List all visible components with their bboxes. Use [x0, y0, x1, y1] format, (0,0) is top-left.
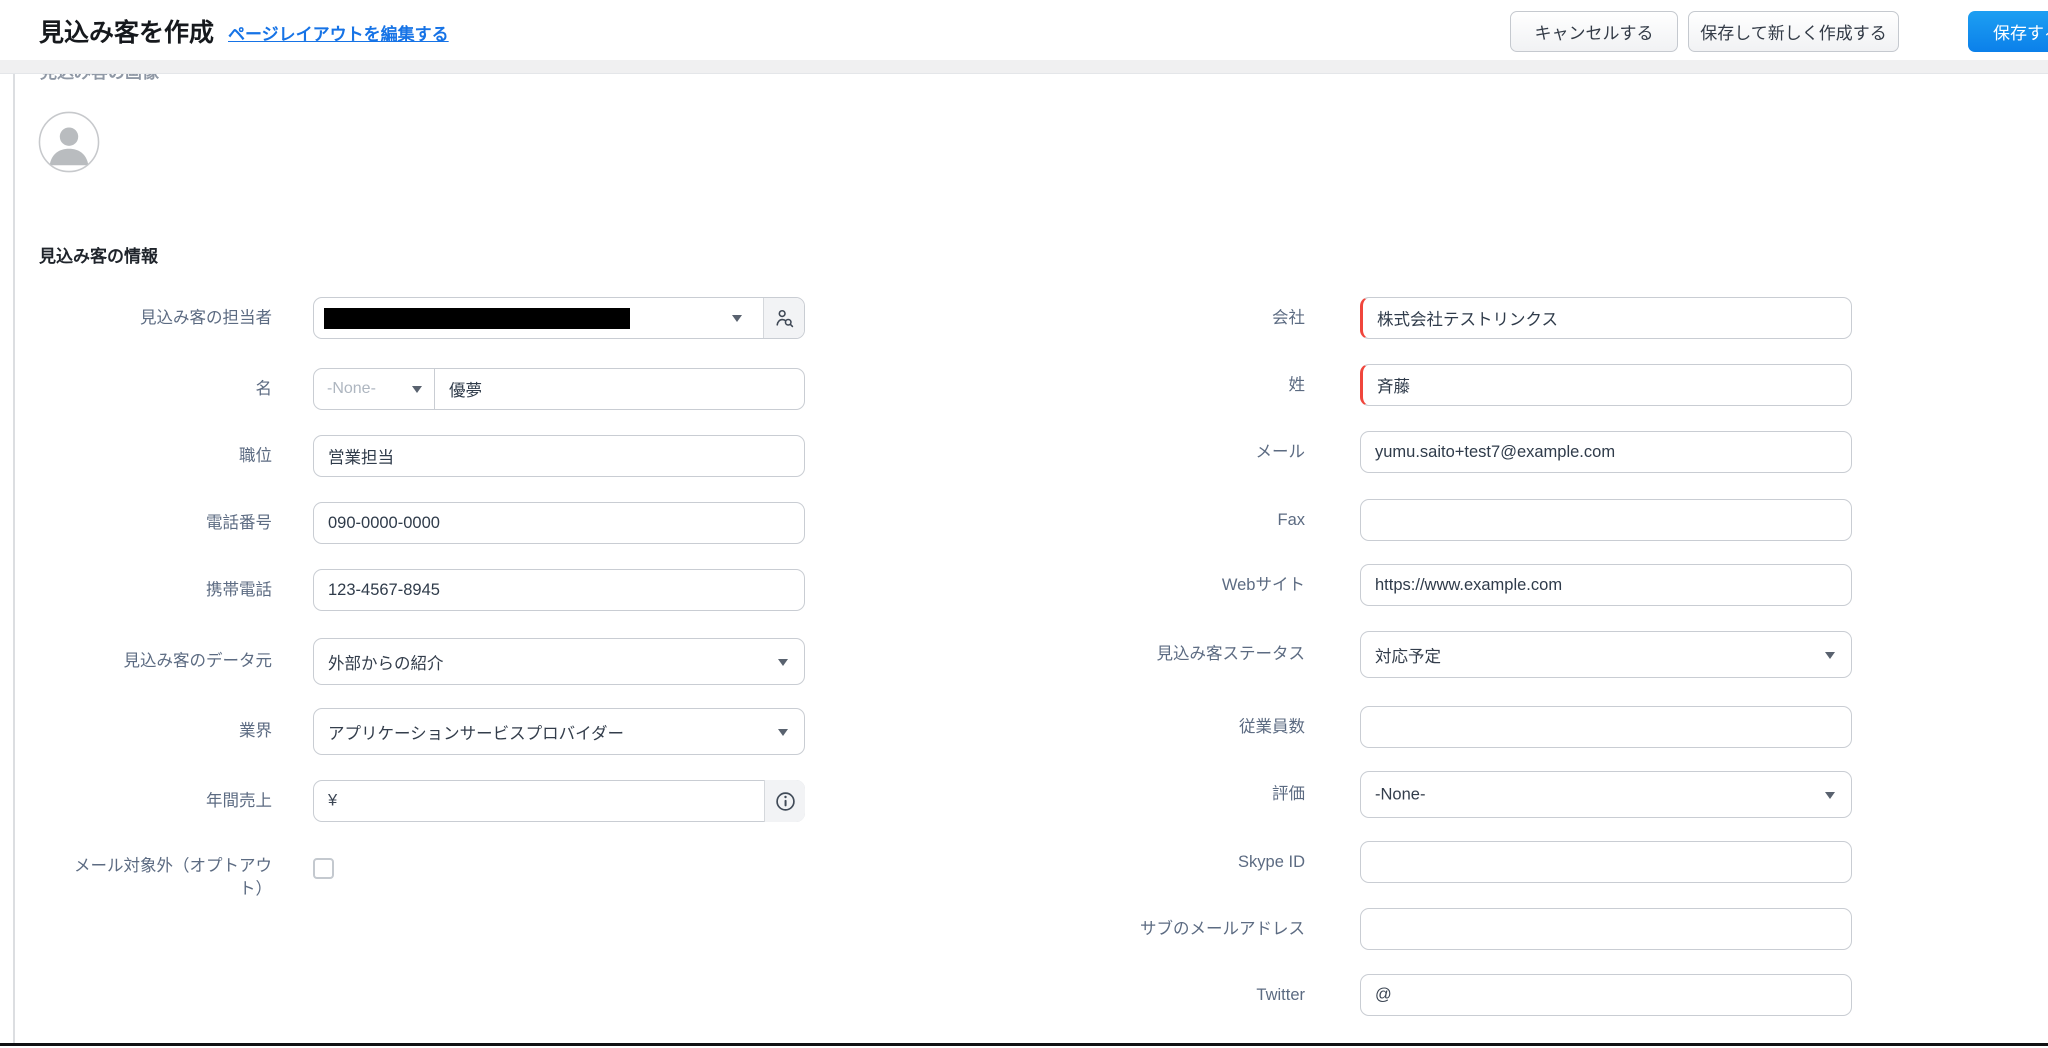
bottom-border-line [0, 1043, 2048, 1046]
lead-status-value: 対応予定 [1375, 647, 1441, 666]
skype-id-label: Skype ID [1238, 853, 1305, 871]
lead-form-card: 見込み客の画像 見込み客の情報 見込み客の担当者 [0, 73, 2048, 1043]
email-input[interactable] [1360, 431, 1852, 473]
currency-prefix: ¥ [328, 791, 338, 810]
section-title-lead-information: 見込み客の情報 [39, 247, 158, 266]
save-button[interactable]: 保存する [1968, 11, 2048, 52]
person-avatar-placeholder-icon [38, 111, 100, 173]
website-label: Webサイト [1221, 576, 1305, 594]
chevron-down-icon [1825, 791, 1835, 799]
field-row-skype-id: Skype ID [0, 841, 2048, 883]
field-row-company: 会社 [0, 297, 2048, 339]
skype-id-input[interactable] [1360, 841, 1852, 883]
email-label: メール [1255, 443, 1306, 461]
website-input[interactable] [1360, 564, 1852, 606]
page-title: 見込み客を作成 [39, 19, 215, 47]
lead-status-select[interactable]: 対応予定 [1360, 631, 1852, 678]
clipped-image-section-title: 見込み客の画像 [40, 74, 159, 83]
field-row-employees: 従業員数 [0, 706, 2048, 748]
rating-select[interactable]: -None- [1360, 771, 1852, 818]
fax-input[interactable] [1360, 499, 1852, 541]
last-name-label: 姓 [1288, 376, 1306, 394]
secondary-email-input[interactable] [1360, 908, 1852, 950]
save-and-new-button[interactable]: 保存して新しく作成する [1688, 11, 1899, 52]
field-row-fax: Fax [0, 499, 2048, 541]
field-row-twitter: Twitter @ [0, 974, 2048, 1016]
field-row-secondary-email: サブのメールアドレス [0, 908, 2048, 950]
employees-label: 従業員数 [1239, 718, 1305, 736]
company-input[interactable] [1360, 297, 1852, 339]
field-row-last-name: 姓 [0, 364, 2048, 406]
cancel-button[interactable]: キャンセルする [1510, 11, 1678, 52]
twitter-at-prefix: @ [1375, 985, 1392, 1004]
secondary-email-label: サブのメールアドレス [1140, 920, 1305, 938]
field-row-rating: 評価 -None- [0, 771, 2048, 818]
twitter-label: Twitter [1256, 986, 1305, 1004]
fax-label: Fax [1277, 511, 1305, 529]
chevron-down-icon [1825, 651, 1835, 659]
page-header: 見込み客を作成 ページレイアウトを編集する キャンセルする 保存して新しく作成す… [0, 0, 2048, 60]
last-name-input[interactable] [1360, 364, 1852, 406]
lead-status-label: 見込み客ステータス [1156, 645, 1306, 663]
header-divider-band [0, 60, 2048, 73]
employees-input[interactable] [1360, 706, 1852, 748]
field-row-email: メール [0, 431, 2048, 473]
rating-label: 評価 [1272, 785, 1305, 803]
company-label: 会社 [1272, 309, 1305, 327]
field-row-lead-status: 見込み客ステータス 対応予定 [0, 631, 2048, 678]
rating-value: -None- [1375, 785, 1426, 803]
twitter-input[interactable] [1360, 974, 1852, 1016]
edit-page-layout-link[interactable]: ページレイアウトを編集する [228, 20, 449, 45]
field-row-website: Webサイト [0, 564, 2048, 606]
lead-photo-upload[interactable] [38, 111, 100, 173]
